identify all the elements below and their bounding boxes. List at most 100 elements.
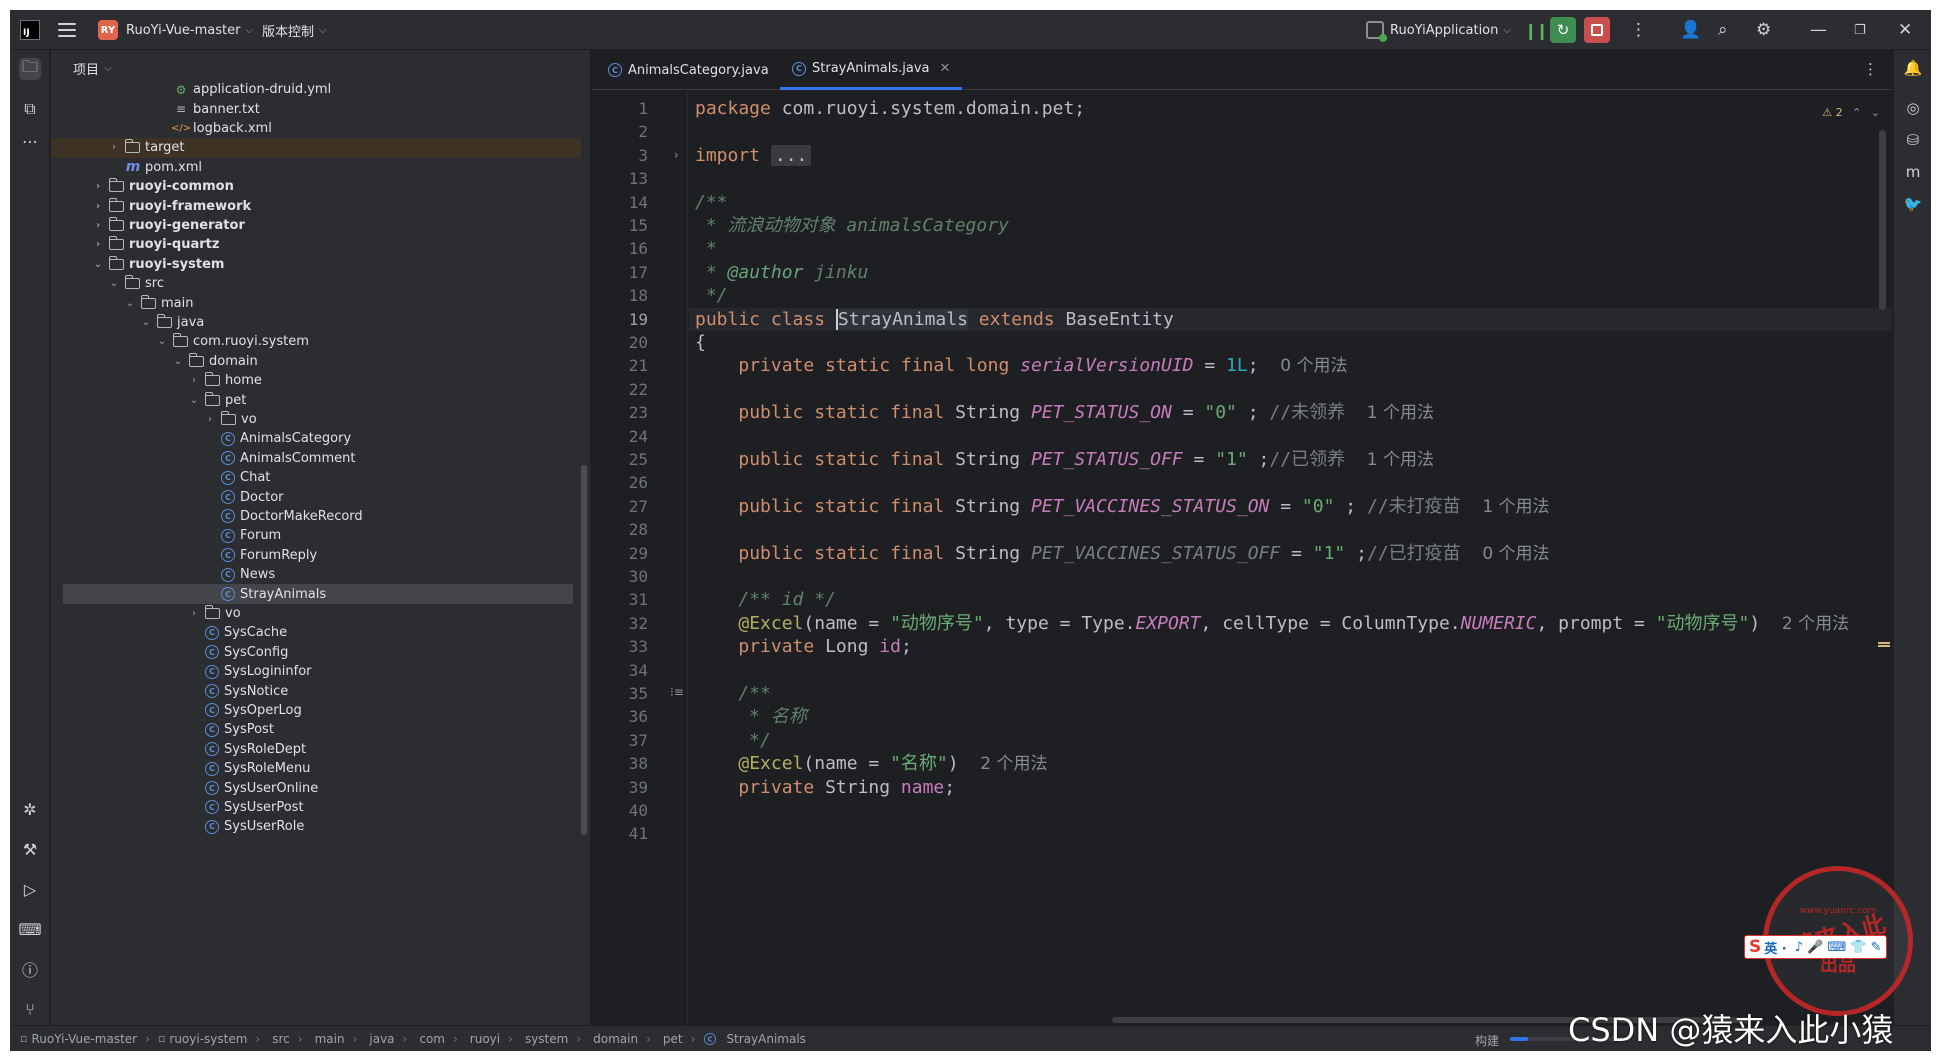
tree-item[interactable]: m pom.xml: [51, 158, 581, 177]
project-switcher[interactable]: RY RuoYi-Vue-master ⌵: [98, 10, 253, 50]
breadcrumb-item[interactable]: ruoyi-system: [169, 1032, 247, 1046]
breadcrumb-item[interactable]: RuoYi-Vue-master: [31, 1032, 137, 1046]
code-line[interactable]: public class StrayAnimals extends BaseEn…: [689, 307, 1892, 331]
more-vertical-icon[interactable]: ⋮: [1630, 20, 1647, 40]
run-config-selector[interactable]: RuoYiApplication ⌵: [1366, 10, 1511, 50]
breadcrumb-item[interactable]: com: [419, 1032, 445, 1046]
minimize-icon[interactable]: —: [1810, 20, 1827, 40]
tree-item[interactable]: ⚙ application-druid.yml: [51, 80, 581, 99]
tree-item[interactable]: ≡ banner.txt: [51, 99, 581, 118]
chevron-down-icon[interactable]: ⌄: [155, 336, 169, 347]
main-menu-icon[interactable]: [58, 23, 76, 37]
line-number[interactable]: 28: [592, 518, 648, 541]
breadcrumb-item[interactable]: pet: [663, 1032, 683, 1046]
tree-item[interactable]: C News: [51, 565, 581, 584]
chevron-down-icon[interactable]: ⌄: [187, 395, 201, 406]
tree-item[interactable]: C SysRoleMenu: [51, 759, 581, 778]
vcs-menu[interactable]: 版本控制 ⌵: [262, 10, 327, 50]
tab-animals-category[interactable]: C AnimalsCategory.java: [596, 50, 781, 90]
tree-item[interactable]: C Forum: [51, 526, 581, 545]
line-number[interactable]: 17: [592, 261, 648, 284]
line-number[interactable]: 41: [592, 822, 648, 845]
usages-inlay-hint[interactable]: 1 个用法: [1482, 497, 1549, 517]
line-number[interactable]: 34: [592, 659, 648, 682]
chevron-down-icon[interactable]: ⌄: [171, 356, 185, 367]
line-number[interactable]: 38: [592, 752, 648, 775]
chevron-right-icon[interactable]: ›: [91, 239, 105, 250]
build-hammer-icon[interactable]: ⚒: [19, 838, 41, 860]
code-line[interactable]: [689, 518, 1892, 541]
close-tab-icon[interactable]: ✕: [939, 61, 950, 76]
breadcrumb-item[interactable]: ruoyi: [470, 1032, 500, 1046]
tree-item[interactable]: › home: [51, 371, 581, 390]
inspection-widget[interactable]: ⚠ 2 ⌃ ⌄: [1822, 106, 1880, 119]
code-line[interactable]: */: [689, 284, 1892, 307]
tree-item[interactable]: ⌄ com.ruoyi.system: [51, 332, 581, 351]
code-line[interactable]: private String name;: [689, 776, 1892, 799]
usages-inlay-hint[interactable]: 2 个用法: [1782, 614, 1849, 634]
line-number[interactable]: 23: [592, 401, 648, 424]
code-line[interactable]: * @author jinku: [689, 261, 1892, 284]
line-number[interactable]: 27: [592, 495, 648, 518]
tree-item[interactable]: › ruoyi-quartz: [51, 235, 581, 254]
chevron-right-icon[interactable]: ›: [107, 142, 121, 153]
tree-item[interactable]: › vo: [51, 604, 581, 623]
line-number[interactable]: 31: [592, 588, 648, 611]
chevron-down-icon[interactable]: ⌄: [139, 317, 153, 328]
line-number[interactable]: 15: [592, 214, 648, 237]
line-number[interactable]: 20: [592, 331, 648, 354]
line-number[interactable]: 14: [592, 191, 648, 214]
tree-item[interactable]: ⌄ src: [51, 274, 581, 293]
tree-item[interactable]: C SysUserPost: [51, 798, 581, 817]
code-line[interactable]: * 流浪动物对象 animalsCategory: [689, 214, 1892, 237]
line-number[interactable]: 30: [592, 565, 648, 588]
usages-inlay-hint[interactable]: 2 个用法: [980, 754, 1047, 774]
chevron-right-icon[interactable]: ›: [187, 375, 201, 386]
line-number[interactable]: 39: [592, 776, 648, 799]
code-line[interactable]: private static final long serialVersionU…: [689, 354, 1892, 377]
line-number[interactable]: 37: [592, 729, 648, 752]
tree-item[interactable]: C AnimalsCategory: [51, 429, 581, 448]
folded-imports[interactable]: ...: [770, 144, 812, 166]
debug-bug-icon[interactable]: ✲: [19, 798, 41, 820]
line-number[interactable]: 16: [592, 237, 648, 260]
code-area[interactable]: package com.ruoyi.system.domain.pet; impo…: [689, 91, 1892, 1025]
code-line[interactable]: [689, 822, 1892, 845]
git-branch-icon[interactable]: ⑂: [19, 998, 41, 1020]
line-number[interactable]: 29: [592, 542, 648, 565]
chevron-right-icon[interactable]: ›: [203, 414, 217, 425]
close-icon[interactable]: ✕: [1898, 20, 1912, 40]
search-icon[interactable]: ⌕: [1718, 20, 1728, 40]
code-line[interactable]: /**: [689, 682, 1892, 705]
more-horizontal-icon[interactable]: ⋯: [19, 130, 41, 152]
breadcrumb-item[interactable]: src: [272, 1032, 290, 1046]
database-icon[interactable]: ⛁: [1903, 130, 1923, 150]
usages-inlay-hint[interactable]: 0 个用法: [1280, 356, 1347, 376]
tree-item[interactable]: C SysCache: [51, 623, 581, 642]
tree-item[interactable]: C SysOperLog: [51, 701, 581, 720]
line-number[interactable]: 22: [592, 378, 648, 401]
code-line[interactable]: *: [689, 237, 1892, 260]
code-line[interactable]: [689, 120, 1892, 143]
tab-stray-animals[interactable]: C StrayAnimals.java ✕: [780, 50, 963, 90]
code-line[interactable]: {: [689, 331, 1892, 354]
code-line[interactable]: public static final String PET_VACCINES_…: [689, 495, 1892, 518]
tree-item[interactable]: C Doctor: [51, 487, 581, 506]
chevron-right-icon[interactable]: ›: [91, 220, 105, 231]
account-icon[interactable]: 👤: [1680, 20, 1701, 40]
code-line[interactable]: public static final String PET_VACCINES_…: [689, 542, 1892, 565]
chevron-right-icon[interactable]: ›: [187, 608, 201, 619]
chevron-down-icon[interactable]: ⌄: [91, 259, 105, 270]
problems-icon[interactable]: ⓘ: [19, 958, 41, 980]
line-number[interactable]: 3: [592, 144, 648, 167]
tabs-more-icon[interactable]: ⋮: [1863, 60, 1878, 78]
tree-item[interactable]: ⌄ java: [51, 313, 581, 332]
code-line[interactable]: [689, 425, 1892, 448]
usages-inlay-hint[interactable]: 1 个用法: [1367, 450, 1434, 470]
tree-item[interactable]: ⌄ domain: [51, 352, 581, 371]
tree-item[interactable]: C Chat: [51, 468, 581, 487]
tree-item[interactable]: C AnimalsComment: [51, 449, 581, 468]
code-line[interactable]: @Excel(name = "动物序号", type = Type.EXPORT…: [689, 612, 1892, 635]
restore-icon[interactable]: ❐: [1854, 23, 1866, 38]
ai-assistant-icon[interactable]: ◎: [1903, 98, 1923, 118]
